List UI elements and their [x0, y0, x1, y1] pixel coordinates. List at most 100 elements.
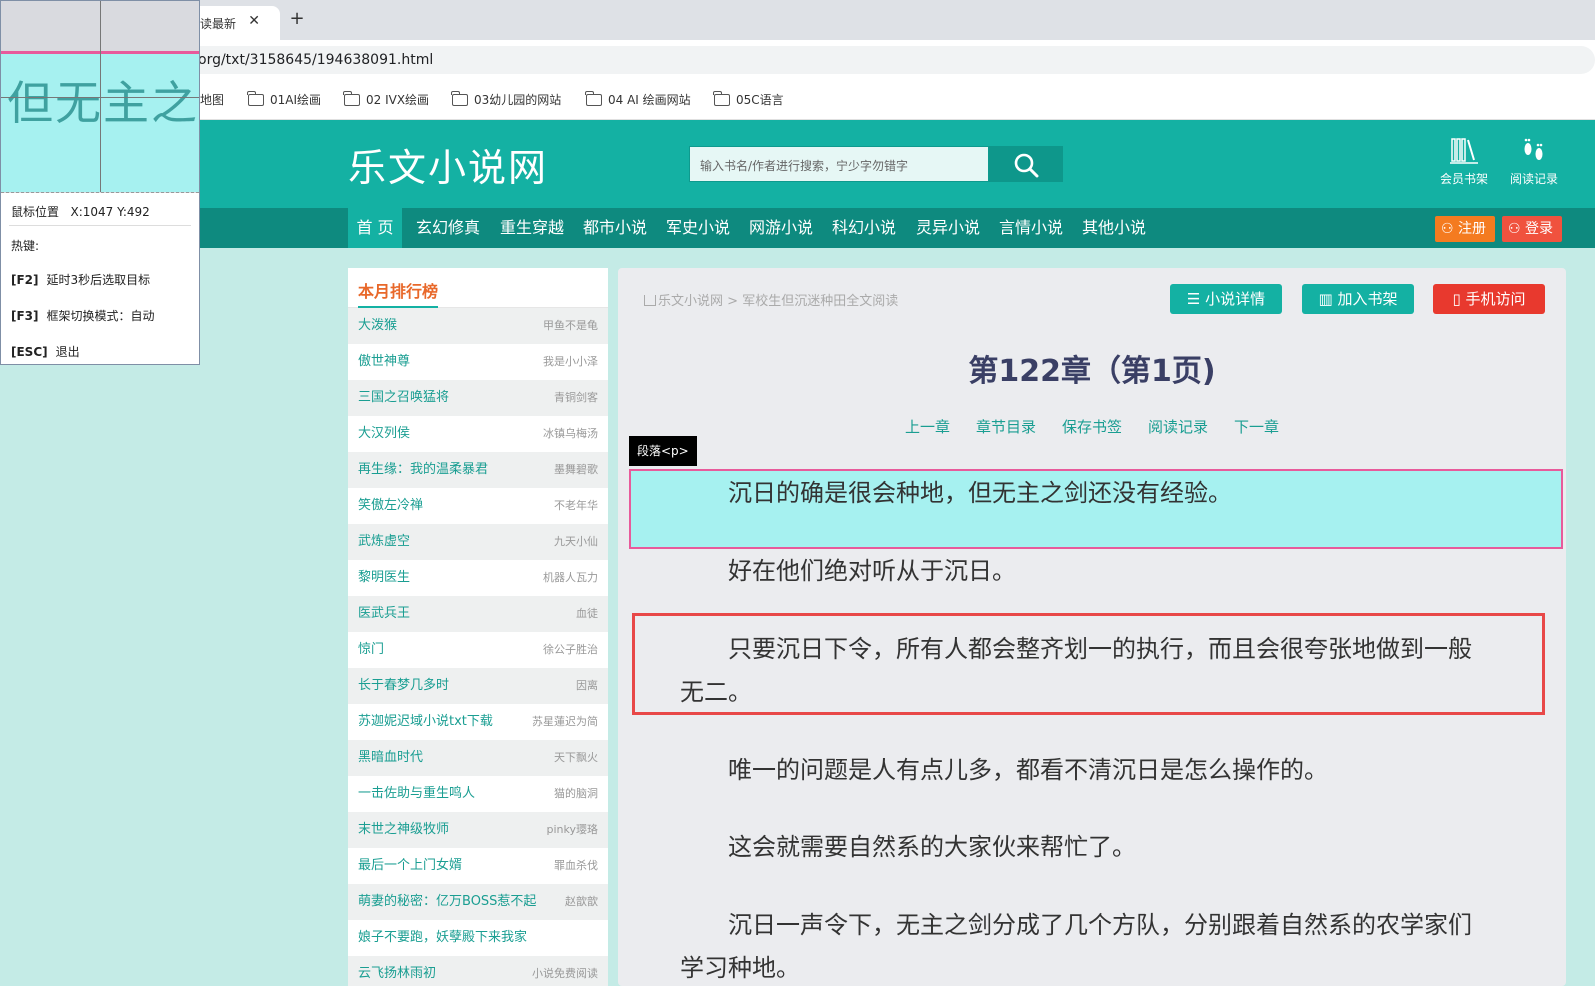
ranking-book-name[interactable]: 末世之神级牧师: [358, 822, 449, 837]
site-header: 乐文小说网 输入书名/作者进行搜索，宁少字勿错字 会员书架 阅读记录: [0, 120, 1595, 208]
save-bookmark-link[interactable]: 保存书签: [1062, 418, 1122, 436]
list-icon: ☰: [1186, 290, 1206, 308]
ranking-book-name[interactable]: 黑暗血时代: [358, 750, 423, 765]
ranking-row[interactable]: 一击佐助与重生鸣人 猫的脑洞: [348, 776, 608, 812]
ranking-row[interactable]: 黎明医生 机器人瓦力: [348, 560, 608, 596]
ranking-row[interactable]: 三国之召唤猛将 青铜剑客: [348, 380, 608, 416]
address-bar: org/txt/3158645/194638091.html: [0, 40, 1595, 80]
add-to-shelf-button[interactable]: ▥ 加入书架: [1302, 284, 1414, 314]
ranking-author: 甲鱼不是龟: [543, 319, 598, 332]
search-button[interactable]: [989, 146, 1063, 182]
ranking-author: 猫的脑洞: [554, 787, 598, 800]
ranking-row[interactable]: 娘子不要跑，妖孽殿下来我家: [348, 920, 608, 956]
ranking-row[interactable]: 云飞扬林雨初 小说免费阅读: [348, 956, 608, 986]
paragraph: 沉日一声令下，无主之剑分成了几个方队，分别跟着自然系的农学家们学习种地。: [680, 911, 1472, 982]
bookmark-folder[interactable]: 04 AI 绘画网站: [585, 91, 691, 108]
ranking-book-name[interactable]: 黎明医生: [358, 570, 410, 585]
bookmark-folder[interactable]: 05C语言: [713, 91, 784, 108]
close-tab-icon[interactable]: ✕: [248, 13, 260, 29]
url-field[interactable]: org/txt/3158645/194638091.html: [180, 46, 1595, 74]
annotation-box: [632, 613, 1545, 715]
paragraph: 这会就需要自然系的大家伙来帮忙了。: [728, 833, 1136, 861]
bookmark-folder[interactable]: 01AI绘画: [247, 91, 321, 108]
nav-yanqing[interactable]: 言情小说: [991, 208, 1071, 248]
nav-dushi[interactable]: 都市小说: [575, 208, 655, 248]
next-chapter-link[interactable]: 下一章: [1234, 418, 1279, 436]
breadcrumb-home[interactable]: 乐文小说网: [658, 294, 723, 309]
bookmark-item[interactable]: 地图: [200, 91, 224, 108]
folder-icon: [247, 91, 264, 106]
ranking-book-name[interactable]: 大汉列侯: [358, 426, 410, 441]
ranking-book-name[interactable]: 长于春梦几多时: [358, 678, 449, 693]
bookmark-folder[interactable]: 03幼儿园的网站: [451, 91, 561, 108]
ranking-author: 我是小小泽: [543, 355, 598, 368]
ranking-author: 苏星蓮迟为简: [532, 715, 598, 728]
divider: [9, 225, 191, 226]
ranking-row[interactable]: 傲世神尊 我是小小泽: [348, 344, 608, 380]
ranking-author: 冰镇乌梅汤: [543, 427, 598, 440]
nav-junshi[interactable]: 军史小说: [658, 208, 738, 248]
chapter-index-link[interactable]: 章节目录: [976, 418, 1036, 436]
login-button[interactable]: ⚇ 登录: [1502, 216, 1562, 242]
ranking-author: 墨舞碧歌: [554, 463, 598, 476]
mobile-access-button[interactable]: ▯ 手机访问: [1433, 284, 1545, 314]
ranking-book-name[interactable]: 最后一个上门女婿: [358, 858, 462, 873]
ranking-row[interactable]: 惊门 徐公子胜治: [348, 632, 608, 668]
bookmark-folder[interactable]: 02 IVX绘画: [343, 91, 429, 108]
ranking-book-name[interactable]: 萌妻的秘密：亿万BOSS惹不起: [358, 894, 536, 909]
bookshelf-icon: ▥: [1318, 290, 1338, 308]
ranking-book-name[interactable]: 傲世神尊: [358, 354, 410, 369]
folder-icon: [451, 91, 468, 106]
ranking-author: 青铜剑客: [554, 391, 598, 404]
nav-home[interactable]: 首 页: [348, 208, 402, 248]
bookmarks-bar: 地图 01AI绘画 02 IVX绘画 03幼儿园的网站 04 AI 绘画网站 0…: [0, 80, 1595, 120]
ranking-row[interactable]: 笑傲左冷禅 不老年华: [348, 488, 608, 524]
new-tab-icon[interactable]: +: [285, 8, 309, 29]
nav-qita[interactable]: 其他小说: [1074, 208, 1154, 248]
ranking-row[interactable]: 大泼猴 甲鱼不是龟: [348, 308, 608, 344]
ranking-book-name[interactable]: 三国之召唤猛将: [358, 390, 449, 405]
footprints-icon: [1524, 138, 1543, 160]
reading-history-link[interactable]: 阅读记录: [1148, 418, 1208, 436]
nav-wangyou[interactable]: 网游小说: [741, 208, 821, 248]
member-shelf-link[interactable]: 会员书架: [1436, 136, 1492, 187]
ranking-row[interactable]: 长于春梦几多时 因离: [348, 668, 608, 704]
nav-xuanhuan[interactable]: 玄幻修真: [408, 208, 488, 248]
breadcrumb-book[interactable]: 军校生但沉迷种田全文阅读: [742, 294, 898, 309]
ranking-row[interactable]: 末世之神级牧师 pinky璎珞: [348, 812, 608, 848]
ranking-row[interactable]: 武炼虚空 九天小仙: [348, 524, 608, 560]
mouse-position: 鼠标位置 X:1047 Y:492: [11, 205, 150, 219]
ranking-book-name[interactable]: 惊门: [358, 642, 384, 657]
ranking-row[interactable]: 黑暗血时代 天下飘火: [348, 740, 608, 776]
hotkey-f2: [F2] 延时3秒后选取目标: [11, 273, 151, 287]
ranking-book-name[interactable]: 再生缘：我的温柔暴君: [358, 462, 488, 477]
search-input[interactable]: 输入书名/作者进行搜索，宁少字勿错字: [689, 146, 989, 182]
register-button[interactable]: ⚇ 注册: [1435, 216, 1495, 242]
monthly-ranking: 本月排行榜 大泼猴 甲鱼不是龟 傲世神尊 我是小小泽 三国之召唤猛将 青铜剑客 大汉列侯 冰镇…: [348, 268, 608, 986]
ranking-book-name[interactable]: 云飞扬林雨初: [358, 966, 436, 981]
novel-detail-button[interactable]: ☰ 小说详情: [1170, 284, 1282, 314]
ranking-row[interactable]: 医武兵王 血徒: [348, 596, 608, 632]
ranking-book-name[interactable]: 娘子不要跑，妖孽殿下来我家: [358, 930, 527, 945]
ranking-list: 大泼猴 甲鱼不是龟傲世神尊 我是小小泽三国之召唤猛将 青铜剑客大汉列侯 冰镇乌梅汤再生缘…: [348, 308, 608, 986]
ranking-author: 不老年华: [554, 499, 598, 512]
paragraph: 好在他们绝对听从于沉日。: [728, 557, 1016, 585]
nav-chongsheng[interactable]: 重生穿越: [492, 208, 572, 248]
nav-lingyi[interactable]: 灵异小说: [908, 208, 988, 248]
site-logo[interactable]: 乐文小说网: [348, 137, 548, 192]
ranking-row[interactable]: 大汉列侯 冰镇乌梅汤: [348, 416, 608, 452]
ranking-book-name[interactable]: 大泼猴: [358, 318, 397, 333]
ranking-book-name[interactable]: 苏迦妮迟域小说txt下载: [358, 714, 493, 729]
ranking-row[interactable]: 苏迦妮迟域小说txt下载 苏星蓮迟为简: [348, 704, 608, 740]
nav-kehuan[interactable]: 科幻小说: [824, 208, 904, 248]
ranking-row[interactable]: 萌妻的秘密：亿万BOSS惹不起 赵歆歆: [348, 884, 608, 920]
ranking-book-name[interactable]: 医武兵王: [358, 606, 410, 621]
ranking-row[interactable]: 最后一个上门女婿 罪血杀伐: [348, 848, 608, 884]
prev-chapter-link[interactable]: 上一章: [905, 418, 950, 436]
ranking-book-name[interactable]: 一击佐助与重生鸣人: [358, 786, 475, 801]
ranking-book-name[interactable]: 武炼虚空: [358, 534, 410, 549]
reading-history-link[interactable]: 阅读记录: [1506, 136, 1562, 187]
browser-tab[interactable]: 读最新 ✕: [190, 6, 280, 40]
ranking-book-name[interactable]: 笑傲左冷禅: [358, 498, 423, 513]
ranking-row[interactable]: 再生缘：我的温柔暴君 墨舞碧歌: [348, 452, 608, 488]
